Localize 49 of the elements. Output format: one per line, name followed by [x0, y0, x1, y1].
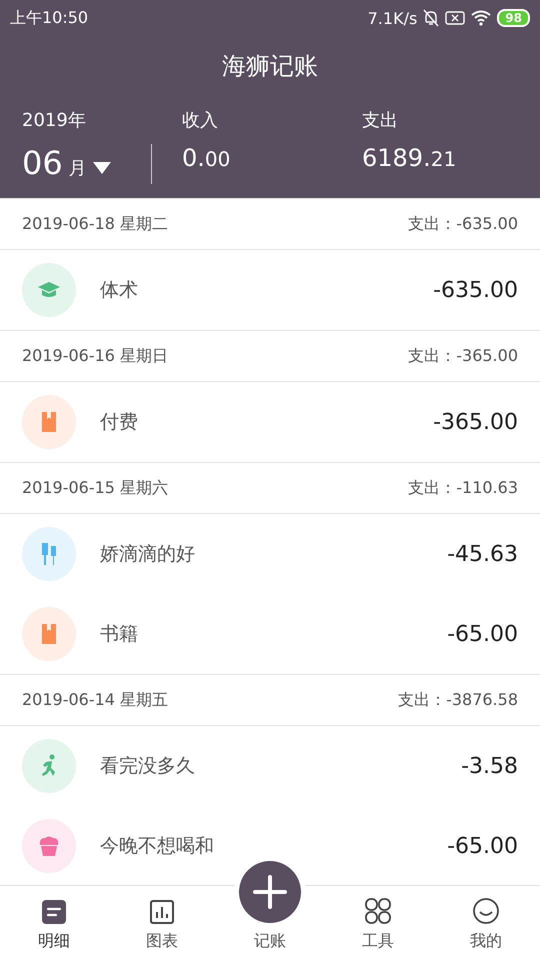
tab[interactable]: 明细	[0, 886, 108, 960]
list-icon	[41, 899, 67, 925]
dropdown-caret-icon[interactable]	[92, 162, 111, 174]
sim-icon	[445, 10, 466, 26]
tab[interactable]: 图表	[108, 886, 216, 960]
transaction-name: 娇滴滴的好	[100, 542, 196, 567]
graduation-cap-icon	[37, 280, 61, 300]
transaction-name: 体术	[100, 278, 139, 303]
transaction-amount: -65.00	[447, 834, 518, 858]
transaction-name: 付费	[100, 410, 139, 435]
day-date: 2019-06-15 星期六	[22, 478, 168, 498]
muted-bell-icon	[423, 9, 440, 27]
tab[interactable]: 记账	[216, 852, 324, 960]
app-title: 海狮记账	[221, 51, 319, 82]
year-label: 2019年	[22, 109, 87, 132]
tab[interactable]: 工具	[324, 886, 432, 960]
day-total: 支出：-635.00	[408, 214, 518, 234]
cable-icon	[39, 541, 59, 567]
income-amount: 0.00	[182, 144, 232, 174]
tab[interactable]: 我的	[432, 886, 540, 960]
transaction-amount: -635.00	[433, 278, 518, 302]
bar-chart-icon	[149, 899, 175, 925]
month-value[interactable]: 06	[22, 144, 63, 182]
day-total: 支出：-365.00	[408, 346, 518, 366]
day-date: 2019-06-16 星期日	[22, 346, 168, 366]
day-date: 2019-06-18 星期二	[22, 214, 168, 234]
smiley-icon	[472, 897, 500, 925]
book-icon	[40, 623, 58, 645]
transaction-amount: -365.00	[433, 410, 518, 434]
transaction-amount: -65.00	[447, 622, 518, 646]
battery-level: 98	[497, 9, 530, 27]
month-unit: 月	[68, 157, 87, 180]
grid-icon	[364, 897, 392, 925]
cupcake-icon	[37, 835, 61, 857]
transaction-amount: -3.58	[461, 754, 518, 778]
expense-amount: 6189.21	[362, 144, 458, 174]
transaction-name: 看完没多久	[100, 754, 196, 779]
day-total: 支出：-110.63	[408, 478, 518, 498]
network-speed: 7.1K/s	[368, 8, 418, 28]
transaction-name: 书籍	[100, 622, 139, 647]
book-icon	[40, 411, 58, 433]
expense-label: 支出	[362, 109, 399, 132]
transaction-name: 今晚不想喝和	[100, 834, 215, 859]
status-time: 上午10:50	[10, 8, 88, 28]
day-date: 2019-06-14 星期五	[22, 690, 168, 710]
transaction-amount: -45.63	[447, 542, 518, 566]
day-total: 支出：-3876.58	[398, 690, 518, 710]
income-label: 收入	[182, 109, 219, 132]
wifi-icon	[471, 10, 492, 26]
